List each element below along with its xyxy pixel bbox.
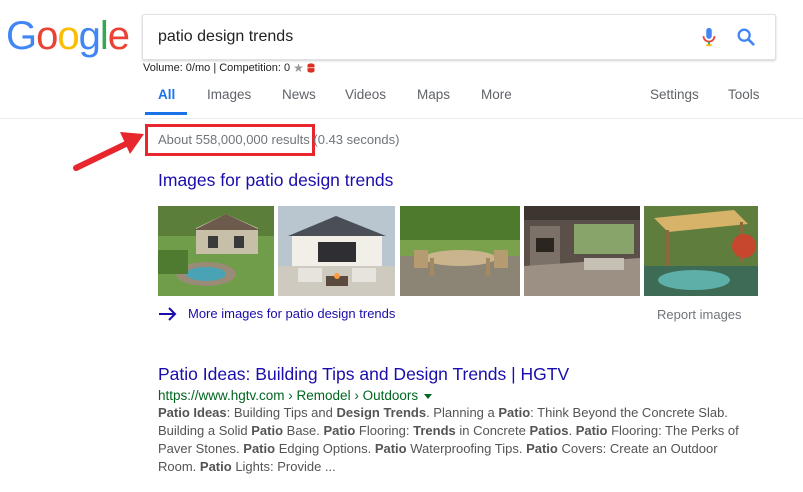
tab-tools[interactable]: Tools [728, 87, 760, 102]
search-time: (0.43 seconds) [313, 132, 400, 147]
google-logo[interactable]: Google [6, 14, 130, 58]
snippet-text: Base. [283, 423, 324, 438]
result-title-link[interactable]: Patio Ideas: Building Tips and Design Tr… [158, 364, 569, 385]
snippet-keyword: Patio [199, 459, 232, 474]
search-icon[interactable] [735, 26, 757, 48]
result-url-text: https://www.hgtv.com › Remodel › Outdoor… [158, 388, 419, 403]
results-count: About 558,000,000 results [158, 132, 310, 147]
red-arrow-annotation [73, 132, 144, 171]
result-stats: About 558,000,000 results (0.43 seconds) [158, 132, 399, 147]
logo-letter: o [36, 14, 58, 58]
tab-more[interactable]: More [481, 87, 512, 102]
active-tab-indicator [145, 112, 187, 115]
images-section-heading[interactable]: Images for patio design trends [158, 170, 393, 191]
image-thumbnail[interactable] [524, 206, 640, 296]
header: Google Volume: 0/mo | Competition: 0 ★ A… [0, 0, 803, 119]
dropdown-arrow-icon[interactable] [424, 393, 433, 399]
snippet-text: : Building Tips and [226, 405, 337, 420]
logo-letter: o [57, 14, 79, 58]
snippet-keyword: Patio [323, 423, 356, 438]
image-thumbnail[interactable] [158, 206, 274, 296]
snippet-text: Edging Options. [275, 441, 375, 456]
tab-images[interactable]: Images [207, 87, 251, 102]
snippet-keyword: Patio [374, 441, 407, 456]
mic-icon[interactable] [698, 26, 720, 48]
more-images-label: More images for patio design trends [188, 306, 396, 321]
star-icon[interactable]: ★ [293, 61, 304, 75]
image-thumbnails [158, 206, 758, 296]
snippet-text: . Planning a [426, 405, 499, 420]
snippet-keyword: Patio [498, 405, 531, 420]
seo-extension-bar: Volume: 0/mo | Competition: 0 ★ [143, 61, 315, 75]
seo-volume-text: Volume: 0/mo | Competition: 0 [143, 62, 291, 74]
snippet-keyword: Patios [529, 423, 569, 438]
report-images-link[interactable]: Report images [657, 307, 742, 322]
snippet-keyword: Patio [243, 441, 276, 456]
snippet-keyword: Patio [575, 423, 608, 438]
snippet-text: in Concrete [455, 423, 530, 438]
tab-settings[interactable]: Settings [650, 87, 699, 102]
result-url: https://www.hgtv.com › Remodel › Outdoor… [158, 388, 433, 403]
arrow-right-icon [159, 306, 177, 321]
tab-all[interactable]: All [158, 87, 175, 102]
search-input[interactable] [158, 23, 678, 51]
snippet-keyword: Patio Ideas [158, 405, 227, 420]
more-images-link[interactable]: More images for patio design trends [158, 306, 395, 321]
snippet-text: . [568, 423, 576, 438]
snippet-keyword: Design Trends [336, 405, 427, 420]
search-box[interactable] [142, 14, 776, 60]
snippet-keyword: Patio [526, 441, 558, 456]
image-thumbnail[interactable] [400, 206, 520, 296]
tab-videos[interactable]: Videos [345, 87, 386, 102]
snippet-text: Flooring: [355, 423, 414, 438]
logo-letter: l [99, 14, 109, 58]
snippet-keyword: Patio [251, 423, 284, 438]
logo-letter: G [6, 14, 37, 58]
snippet-keyword: Trends [413, 423, 456, 438]
tab-maps[interactable]: Maps [417, 87, 450, 102]
snippet-text: Waterproofing Tips. [406, 441, 527, 456]
database-icon[interactable] [307, 63, 315, 73]
result-snippet: Patio Ideas: Building Tips and Design Tr… [158, 404, 758, 476]
logo-letter: g [78, 14, 101, 58]
image-thumbnail[interactable] [278, 206, 395, 296]
image-thumbnail[interactable] [644, 206, 758, 296]
snippet-text: Lights: Provide ... [231, 459, 336, 474]
logo-letter: e [107, 14, 130, 58]
tab-news[interactable]: News [282, 87, 316, 102]
search-tabs: All Images News Videos Maps More Setting… [0, 82, 803, 118]
